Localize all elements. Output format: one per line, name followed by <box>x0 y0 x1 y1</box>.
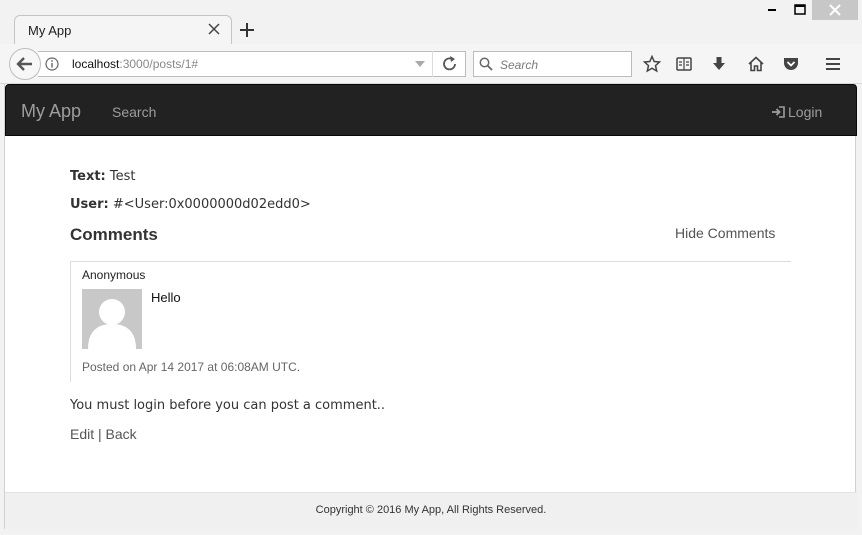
comments-heading: Comments <box>70 225 158 244</box>
back-button[interactable] <box>9 48 41 80</box>
url-text[interactable]: localhost:3000/posts/1# <box>72 57 198 71</box>
nav-search-link[interactable]: Search <box>112 104 156 120</box>
minimize-window-icon[interactable] <box>762 0 782 20</box>
comment-body: Hello <box>151 290 181 305</box>
dropdown-icon[interactable] <box>414 59 426 69</box>
footer-copyright: Copyright © 2016 My App, All Rights Rese… <box>315 504 547 516</box>
home-icon[interactable] <box>747 55 765 73</box>
pocket-icon[interactable] <box>782 55 800 73</box>
bookmark-star-icon[interactable] <box>643 55 661 73</box>
reading-list-icon[interactable] <box>675 55 693 73</box>
login-label: Login <box>788 104 823 120</box>
maximize-window-icon[interactable] <box>790 0 810 20</box>
browser-tab[interactable]: My App <box>14 15 232 45</box>
url-host: localhost <box>72 57 120 71</box>
search-icon <box>479 57 493 71</box>
post-actions: Edit | Back <box>70 426 137 442</box>
back-arrow-icon <box>16 57 32 71</box>
default-avatar-icon <box>82 289 142 349</box>
post-user-value: #<User:0x0000000d02edd0> <box>112 197 311 212</box>
comment-timestamp: Posted on Apr 14 2017 at 06:08AM UTC. <box>82 360 301 374</box>
post-text-field: Text: Test <box>70 169 136 184</box>
login-link[interactable]: Login <box>772 104 822 120</box>
brand-link[interactable]: My App <box>21 101 81 122</box>
post-user-field: User: #<User:0x0000000d02edd0> <box>70 197 311 212</box>
avatar <box>82 289 142 349</box>
app-navbar: My App Search Login <box>5 84 857 136</box>
close-tab-icon[interactable] <box>207 22 221 36</box>
login-required-note: You must login before you can post a com… <box>70 398 386 413</box>
page-viewport: My App Search Login Text: Test User: #<U… <box>4 84 857 529</box>
comment-author: Anonymous <box>82 268 146 282</box>
post-text-label: Text: <box>70 169 106 184</box>
login-icon <box>772 106 785 118</box>
download-icon[interactable] <box>710 55 728 73</box>
menu-icon[interactable] <box>824 55 842 73</box>
comment-item: Anonymous Hello Posted on Apr 14 2017 at… <box>70 261 791 382</box>
close-window-icon[interactable] <box>812 0 858 20</box>
search-placeholder: Search <box>500 58 539 72</box>
reload-button[interactable] <box>432 51 466 77</box>
back-link[interactable]: Back <box>106 426 137 442</box>
new-tab-icon[interactable] <box>238 21 256 39</box>
post-text-value: Test <box>109 169 136 184</box>
post-user-label: User: <box>70 197 109 212</box>
reload-icon <box>443 56 456 71</box>
browser-search-input[interactable]: Search <box>473 51 632 77</box>
url-path: :3000/posts/1# <box>119 57 199 71</box>
hide-comments-link[interactable]: Hide Comments <box>675 225 775 241</box>
action-separator: | <box>98 426 102 442</box>
tab-title: My App <box>28 23 72 38</box>
browser-titlebar: My App <box>0 0 862 45</box>
info-icon[interactable] <box>45 57 59 71</box>
edit-link[interactable]: Edit <box>70 426 94 442</box>
page-footer: Copyright © 2016 My App, All Rights Rese… <box>5 492 857 529</box>
browser-toolbar: localhost:3000/posts/1# Search <box>0 44 862 84</box>
